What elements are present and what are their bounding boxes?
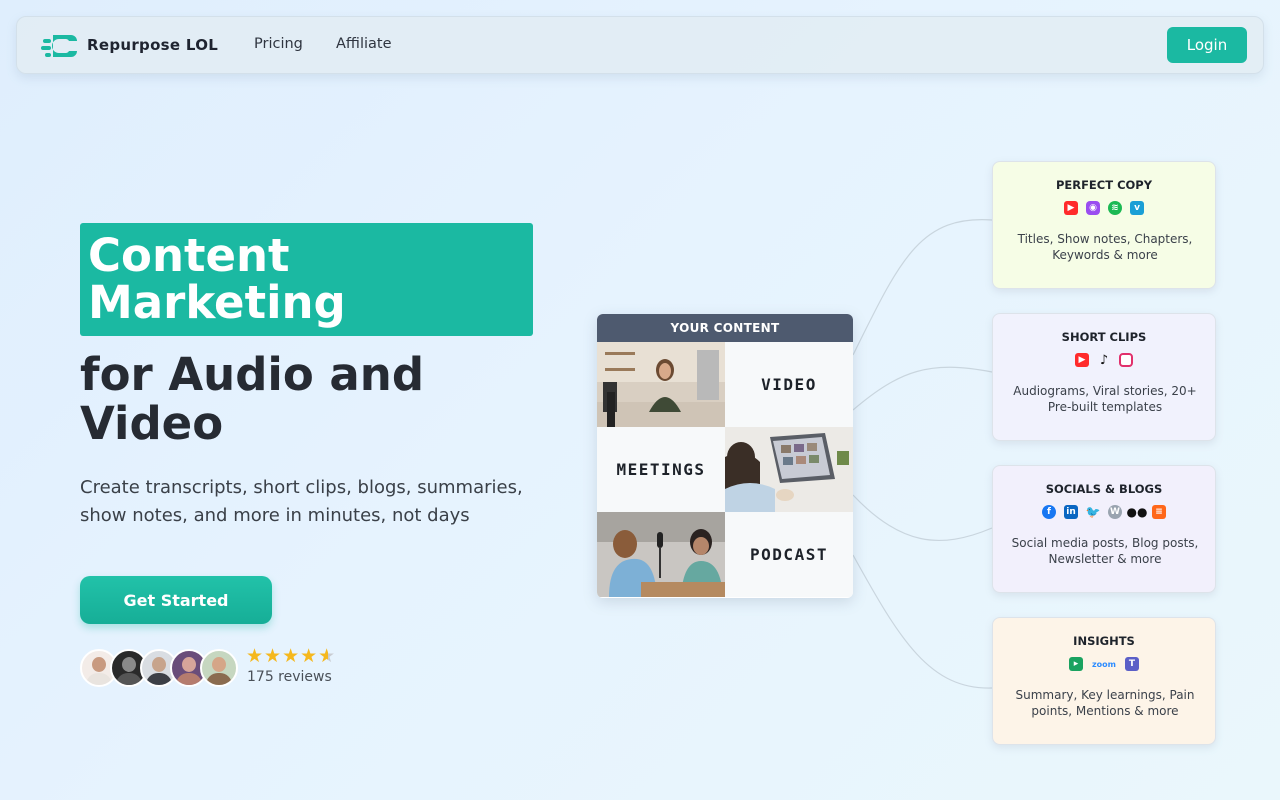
card-description: Social media posts, Blog posts, Newslett…: [1011, 536, 1199, 566]
half-star-icon: ★: [318, 645, 337, 667]
full-stars: ★★★★: [246, 645, 319, 667]
avatar: [200, 649, 238, 687]
card-short-clips: SHORT CLIPS ▶ ♪ Audiograms, Viral storie…: [992, 313, 1216, 441]
tiktok-icon: ♪: [1099, 352, 1109, 368]
card-socials-blogs: SOCIALS & BLOGS f in 🐦 W ●● ≡ Social med…: [992, 465, 1216, 593]
zoom-icon: zoom: [1092, 659, 1116, 669]
card-description: Audiograms, Viral stories, 20+ Pre-built…: [1013, 384, 1197, 414]
linkedin-icon: in: [1064, 505, 1078, 519]
card-perfect-copy: PERFECT COPY ▶ ◉ ≋ v Titles, Show notes,…: [992, 161, 1216, 289]
medium-icon: ●●: [1126, 505, 1148, 519]
headline-highlight: Content Marketing: [88, 232, 528, 326]
nav-link-affiliate[interactable]: Affiliate: [336, 36, 392, 52]
google-meet-icon: ▸: [1069, 657, 1083, 671]
card-title: INSIGHTS: [1073, 634, 1135, 648]
instagram-icon: [1119, 353, 1133, 367]
repurpose-logo-icon[interactable]: [41, 31, 79, 61]
teams-icon: T: [1125, 657, 1139, 671]
card-title: PERFECT COPY: [1055, 178, 1153, 192]
reviewer-avatars: [80, 649, 240, 687]
meetings-photo: [725, 427, 853, 512]
headline-line-marketing: Marketing: [88, 276, 346, 329]
card-title: SOCIALS & BLOGS: [1045, 482, 1163, 496]
hero-subtitle: Create transcripts, short clips, blogs, …: [80, 477, 523, 526]
twitter-icon: 🐦: [1085, 505, 1101, 519]
substack-icon: ≡: [1152, 505, 1166, 519]
rating-stars: ★★★★★: [246, 645, 336, 667]
top-navbar: Repurpose LOL Pricing Affiliate Login: [16, 16, 1264, 74]
podcast-label: PODCAST: [725, 512, 853, 597]
card-description: Summary, Key learnings, Pain points, Men…: [1015, 688, 1195, 718]
facebook-icon: f: [1042, 505, 1056, 519]
brand-name[interactable]: Repurpose LOL: [87, 36, 218, 54]
apple-podcasts-icon: ◉: [1086, 201, 1100, 215]
your-content-header: YOUR CONTENT: [597, 314, 853, 342]
video-label: VIDEO: [725, 342, 853, 427]
spotify-icon: ≋: [1108, 201, 1122, 215]
reviews-count: 175 reviews: [247, 669, 332, 685]
podcast-photo: [597, 512, 725, 597]
get-started-button[interactable]: Get Started: [80, 576, 272, 624]
card-title: SHORT CLIPS: [1061, 330, 1147, 344]
youtube-icon: ▶: [1064, 201, 1078, 215]
card-insights: INSIGHTS ▸ zoom T Summary, Key learnings…: [992, 617, 1216, 745]
vimeo-icon: v: [1130, 201, 1144, 215]
headline-line-video: Video: [80, 397, 224, 450]
headline-line-audio: for Audio and: [80, 348, 425, 401]
meetings-label: MEETINGS: [597, 427, 725, 512]
headline-line-content: Content: [88, 229, 290, 282]
your-content-panel: YOUR CONTENT VIDEO MEETINGS PODCAST: [597, 314, 853, 598]
youtube-icon: ▶: [1075, 353, 1089, 367]
card-description: Titles, Show notes, Chapters, Keywords &…: [1017, 232, 1193, 262]
wordpress-icon: W: [1108, 505, 1122, 519]
headline-dark: for Audio and Video: [80, 350, 550, 448]
login-button[interactable]: Login: [1167, 27, 1247, 63]
nav-link-pricing[interactable]: Pricing: [254, 36, 303, 52]
video-photo: [597, 342, 725, 427]
